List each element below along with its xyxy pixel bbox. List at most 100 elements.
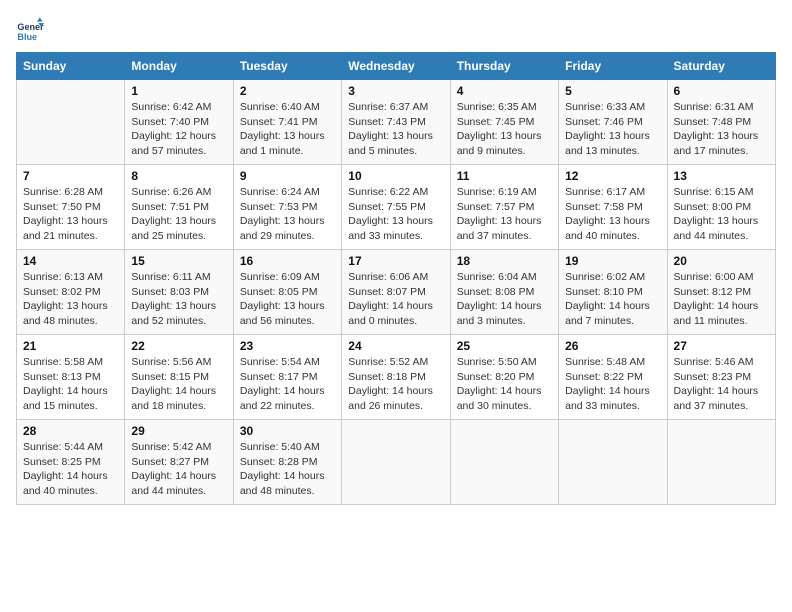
day-info: Sunrise: 5:46 AMSunset: 8:23 PMDaylight:… bbox=[674, 355, 769, 414]
day-info: Sunrise: 6:02 AMSunset: 8:10 PMDaylight:… bbox=[565, 270, 660, 329]
day-info: Sunrise: 5:54 AMSunset: 8:17 PMDaylight:… bbox=[240, 355, 335, 414]
day-cell: 27 Sunrise: 5:46 AMSunset: 8:23 PMDayligh… bbox=[667, 335, 775, 420]
day-number: 19 bbox=[565, 254, 660, 268]
day-cell: 19 Sunrise: 6:02 AMSunset: 8:10 PMDayligh… bbox=[559, 250, 667, 335]
day-cell: 7Sunrise: 6:28 AMSunset: 7:50 PMDaylight… bbox=[17, 165, 125, 250]
day-info: Sunrise: 6:24 AMSunset: 7:53 PMDaylight:… bbox=[240, 185, 335, 244]
svg-text:Blue: Blue bbox=[17, 32, 37, 42]
day-cell: 21 Sunrise: 5:58 AMSunset: 8:13 PMDayligh… bbox=[17, 335, 125, 420]
day-info: Sunrise: 6:06 AMSunset: 8:07 PMDaylight:… bbox=[348, 270, 443, 329]
day-number: 26 bbox=[565, 339, 660, 353]
header-cell-monday: Monday bbox=[125, 53, 233, 80]
day-number: 5 bbox=[565, 84, 660, 98]
day-cell bbox=[559, 420, 667, 505]
header-row: SundayMondayTuesdayWednesdayThursdayFrid… bbox=[17, 53, 776, 80]
day-cell bbox=[667, 420, 775, 505]
day-cell: 26Sunrise: 5:48 AMSunset: 8:22 PMDayligh… bbox=[559, 335, 667, 420]
day-info: Sunrise: 5:52 AMSunset: 8:18 PMDaylight:… bbox=[348, 355, 443, 414]
day-number: 3 bbox=[348, 84, 443, 98]
day-info: Sunrise: 5:58 AMSunset: 8:13 PMDaylight:… bbox=[23, 355, 118, 414]
day-number: 4 bbox=[457, 84, 552, 98]
day-cell: 4 Sunrise: 6:35 AMSunset: 7:45 PMDaylight… bbox=[450, 80, 558, 165]
day-number: 6 bbox=[674, 84, 769, 98]
day-number: 17 bbox=[348, 254, 443, 268]
day-cell: 9 Sunrise: 6:24 AMSunset: 7:53 PMDaylight… bbox=[233, 165, 341, 250]
day-number: 27 bbox=[674, 339, 769, 353]
day-cell: 22 Sunrise: 5:56 AMSunset: 8:15 PMDayligh… bbox=[125, 335, 233, 420]
day-cell: 24 Sunrise: 5:52 AMSunset: 8:18 PMDayligh… bbox=[342, 335, 450, 420]
day-cell: 14 Sunrise: 6:13 AMSunset: 8:02 PMDayligh… bbox=[17, 250, 125, 335]
calendar-header: SundayMondayTuesdayWednesdayThursdayFrid… bbox=[17, 53, 776, 80]
day-info: Sunrise: 6:11 AMSunset: 8:03 PMDaylight:… bbox=[131, 270, 226, 329]
day-number: 15 bbox=[131, 254, 226, 268]
day-info: Sunrise: 6:33 AMSunset: 7:46 PMDaylight:… bbox=[565, 100, 660, 159]
day-cell: 12 Sunrise: 6:17 AMSunset: 7:58 PMDayligh… bbox=[559, 165, 667, 250]
day-info: Sunrise: 5:42 AMSunset: 8:27 PMDaylight:… bbox=[131, 440, 226, 499]
day-cell: 29 Sunrise: 5:42 AMSunset: 8:27 PMDayligh… bbox=[125, 420, 233, 505]
calendar-table: SundayMondayTuesdayWednesdayThursdayFrid… bbox=[16, 52, 776, 505]
day-number: 2 bbox=[240, 84, 335, 98]
day-info: Sunrise: 6:19 AMSunset: 7:57 PMDaylight:… bbox=[457, 185, 552, 244]
logo-icon: General Blue bbox=[16, 16, 44, 44]
week-row-4: 21 Sunrise: 5:58 AMSunset: 8:13 PMDayligh… bbox=[17, 335, 776, 420]
day-number: 10 bbox=[348, 169, 443, 183]
day-number: 25 bbox=[457, 339, 552, 353]
header-cell-saturday: Saturday bbox=[667, 53, 775, 80]
calendar-body: 1 Sunrise: 6:42 AMSunset: 7:40 PMDaylight… bbox=[17, 80, 776, 505]
day-number: 29 bbox=[131, 424, 226, 438]
day-cell: 18 Sunrise: 6:04 AMSunset: 8:08 PMDayligh… bbox=[450, 250, 558, 335]
day-cell: 1 Sunrise: 6:42 AMSunset: 7:40 PMDaylight… bbox=[125, 80, 233, 165]
day-info: Sunrise: 6:42 AMSunset: 7:40 PMDaylight:… bbox=[131, 100, 226, 159]
day-number: 12 bbox=[565, 169, 660, 183]
day-info: Sunrise: 5:50 AMSunset: 8:20 PMDaylight:… bbox=[457, 355, 552, 414]
day-number: 14 bbox=[23, 254, 118, 268]
day-cell: 28Sunrise: 5:44 AMSunset: 8:25 PMDayligh… bbox=[17, 420, 125, 505]
day-info: Sunrise: 6:00 AMSunset: 8:12 PMDaylight:… bbox=[674, 270, 769, 329]
day-number: 23 bbox=[240, 339, 335, 353]
day-cell: 3 Sunrise: 6:37 AMSunset: 7:43 PMDaylight… bbox=[342, 80, 450, 165]
header-cell-wednesday: Wednesday bbox=[342, 53, 450, 80]
day-cell: 5 Sunrise: 6:33 AMSunset: 7:46 PMDaylight… bbox=[559, 80, 667, 165]
day-cell: 16Sunrise: 6:09 AMSunset: 8:05 PMDayligh… bbox=[233, 250, 341, 335]
day-cell: 15 Sunrise: 6:11 AMSunset: 8:03 PMDayligh… bbox=[125, 250, 233, 335]
day-cell: 23 Sunrise: 5:54 AMSunset: 8:17 PMDayligh… bbox=[233, 335, 341, 420]
day-number: 1 bbox=[131, 84, 226, 98]
day-number: 7 bbox=[23, 169, 118, 183]
day-cell bbox=[342, 420, 450, 505]
day-number: 11 bbox=[457, 169, 552, 183]
day-number: 13 bbox=[674, 169, 769, 183]
day-number: 22 bbox=[131, 339, 226, 353]
day-info: Sunrise: 6:37 AMSunset: 7:43 PMDaylight:… bbox=[348, 100, 443, 159]
day-info: Sunrise: 6:40 AMSunset: 7:41 PMDaylight:… bbox=[240, 100, 335, 159]
day-info: Sunrise: 6:15 AMSunset: 8:00 PMDaylight:… bbox=[674, 185, 769, 244]
day-cell: 11 Sunrise: 6:19 AMSunset: 7:57 PMDayligh… bbox=[450, 165, 558, 250]
day-cell bbox=[450, 420, 558, 505]
day-info: Sunrise: 6:35 AMSunset: 7:45 PMDaylight:… bbox=[457, 100, 552, 159]
day-number: 9 bbox=[240, 169, 335, 183]
logo: General Blue bbox=[16, 16, 44, 44]
day-cell: 2 Sunrise: 6:40 AMSunset: 7:41 PMDaylight… bbox=[233, 80, 341, 165]
day-cell: 17 Sunrise: 6:06 AMSunset: 8:07 PMDayligh… bbox=[342, 250, 450, 335]
day-number: 24 bbox=[348, 339, 443, 353]
header-cell-sunday: Sunday bbox=[17, 53, 125, 80]
day-info: Sunrise: 5:40 AMSunset: 8:28 PMDaylight:… bbox=[240, 440, 335, 499]
day-cell: 20 Sunrise: 6:00 AMSunset: 8:12 PMDayligh… bbox=[667, 250, 775, 335]
day-number: 30 bbox=[240, 424, 335, 438]
week-row-3: 14 Sunrise: 6:13 AMSunset: 8:02 PMDayligh… bbox=[17, 250, 776, 335]
day-cell: 25 Sunrise: 5:50 AMSunset: 8:20 PMDayligh… bbox=[450, 335, 558, 420]
day-info: Sunrise: 6:22 AMSunset: 7:55 PMDaylight:… bbox=[348, 185, 443, 244]
day-info: Sunrise: 6:04 AMSunset: 8:08 PMDaylight:… bbox=[457, 270, 552, 329]
day-info: Sunrise: 5:56 AMSunset: 8:15 PMDaylight:… bbox=[131, 355, 226, 414]
day-number: 21 bbox=[23, 339, 118, 353]
day-cell: 6 Sunrise: 6:31 AMSunset: 7:48 PMDaylight… bbox=[667, 80, 775, 165]
day-number: 18 bbox=[457, 254, 552, 268]
day-info: Sunrise: 6:09 AMSunset: 8:05 PMDaylight:… bbox=[240, 270, 335, 329]
day-info: Sunrise: 6:31 AMSunset: 7:48 PMDaylight:… bbox=[674, 100, 769, 159]
page-header: General Blue bbox=[16, 16, 776, 44]
day-cell: 8Sunrise: 6:26 AMSunset: 7:51 PMDaylight… bbox=[125, 165, 233, 250]
day-cell: 10 Sunrise: 6:22 AMSunset: 7:55 PMDayligh… bbox=[342, 165, 450, 250]
day-number: 28 bbox=[23, 424, 118, 438]
day-info: Sunrise: 6:17 AMSunset: 7:58 PMDaylight:… bbox=[565, 185, 660, 244]
day-number: 20 bbox=[674, 254, 769, 268]
day-info: Sunrise: 6:13 AMSunset: 8:02 PMDaylight:… bbox=[23, 270, 118, 329]
